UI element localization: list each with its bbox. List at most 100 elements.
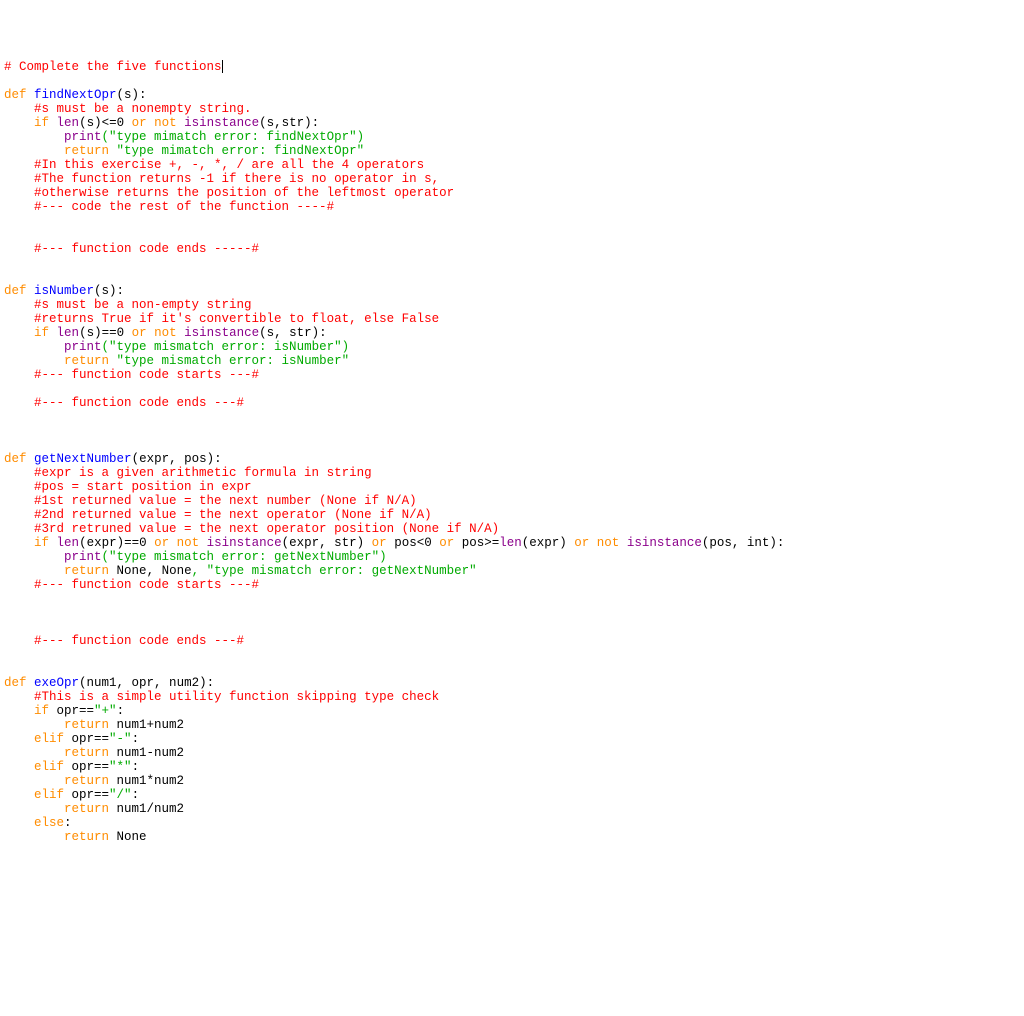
- keyword-return: return: [64, 144, 109, 158]
- code-text: :: [64, 816, 72, 830]
- code-text: [109, 564, 117, 578]
- code-text: num1+num2: [109, 718, 184, 732]
- keyword-or: or: [372, 536, 387, 550]
- keyword-elif: elif: [34, 732, 64, 746]
- builtin-isinstance: isinstance: [184, 116, 259, 130]
- comment: #--- function code starts ---#: [34, 368, 259, 382]
- code-text: :: [132, 788, 140, 802]
- keyword-not: not: [154, 326, 177, 340]
- builtin-isinstance: isinstance: [627, 536, 702, 550]
- string: ("type mimatch error: findNextOpr"): [102, 130, 365, 144]
- none: None: [117, 830, 147, 844]
- none: None: [162, 564, 192, 578]
- builtin-print: print: [64, 340, 102, 354]
- function-name: exeOpr: [34, 676, 79, 690]
- none: None: [117, 564, 147, 578]
- function-name: findNextOpr: [34, 88, 117, 102]
- keyword-not: not: [177, 536, 200, 550]
- keyword-def: def: [4, 284, 27, 298]
- code-text: num1*num2: [109, 774, 184, 788]
- comment: #--- function code ends ---#: [34, 634, 244, 648]
- keyword-not: not: [154, 116, 177, 130]
- code-text: [147, 326, 155, 340]
- code-text: [177, 116, 185, 130]
- signature: (num1, opr, num2):: [79, 676, 214, 690]
- builtin-print: print: [64, 550, 102, 564]
- builtin-len: len: [57, 536, 80, 550]
- code-text: (s,str):: [259, 116, 319, 130]
- code-text: [169, 536, 177, 550]
- builtin-len: len: [499, 536, 522, 550]
- comment: #The function returns -1 if there is no …: [34, 172, 439, 186]
- keyword-or: or: [154, 536, 169, 550]
- code-text: pos>=: [454, 536, 499, 550]
- keyword-else: else: [34, 816, 64, 830]
- keyword-return: return: [64, 774, 109, 788]
- code-text: [147, 116, 155, 130]
- keyword-or: or: [132, 326, 147, 340]
- code-editor[interactable]: # Complete the five functions def findNe…: [4, 60, 1020, 844]
- code-text: :: [132, 760, 140, 774]
- code-text: (s)==0: [79, 326, 132, 340]
- signature: (expr, pos):: [132, 452, 222, 466]
- comment: #--- code the rest of the function ----#: [34, 200, 334, 214]
- code-text: opr==: [64, 788, 109, 802]
- code-text: :: [132, 732, 140, 746]
- function-name: getNextNumber: [34, 452, 132, 466]
- text-cursor: [222, 60, 223, 73]
- builtin-len: len: [57, 326, 80, 340]
- builtin-len: len: [57, 116, 80, 130]
- comment: #returns True if it's convertible to flo…: [34, 312, 439, 326]
- comment: #2nd returned value = the next operator …: [34, 508, 432, 522]
- keyword-if: if: [34, 536, 49, 550]
- keyword-return: return: [64, 746, 109, 760]
- code-text: [49, 326, 57, 340]
- code-text: (expr)==0: [79, 536, 154, 550]
- code-text: :: [117, 704, 125, 718]
- code-text: pos<0: [387, 536, 440, 550]
- code-text: opr==: [49, 704, 94, 718]
- keyword-return: return: [64, 718, 109, 732]
- comment: #1st returned value = the next number (N…: [34, 494, 417, 508]
- comment: #In this exercise +, -, *, / are all the…: [34, 158, 424, 172]
- keyword-def: def: [4, 452, 27, 466]
- comment: #--- function code ends -----#: [34, 242, 259, 256]
- keyword-return: return: [64, 802, 109, 816]
- code-text: num1-num2: [109, 746, 184, 760]
- code-text: (s)<=0: [79, 116, 132, 130]
- comment: #s must be a non-empty string: [34, 298, 252, 312]
- keyword-return: return: [64, 354, 109, 368]
- keyword-return: return: [64, 830, 109, 844]
- code-text: [589, 536, 597, 550]
- code-text: (expr): [522, 536, 575, 550]
- builtin-isinstance: isinstance: [184, 326, 259, 340]
- string: ("type mismatch error: getNextNumber"): [102, 550, 387, 564]
- keyword-or: or: [439, 536, 454, 550]
- keyword-if: if: [34, 704, 49, 718]
- signature: (s):: [117, 88, 147, 102]
- signature: (s):: [94, 284, 124, 298]
- code-text: [619, 536, 627, 550]
- code-text: (expr, str): [282, 536, 372, 550]
- comment: #3rd retruned value = the next operator …: [34, 522, 499, 536]
- code-text: [49, 536, 57, 550]
- keyword-return: return: [64, 564, 109, 578]
- string: "-": [109, 732, 132, 746]
- string: "/": [109, 788, 132, 802]
- code-text: num1/num2: [109, 802, 184, 816]
- keyword-if: if: [34, 326, 49, 340]
- function-name: isNumber: [34, 284, 94, 298]
- comment: #--- function code starts ---#: [34, 578, 259, 592]
- code-text: [199, 536, 207, 550]
- string: "type mimatch error: findNextOpr": [109, 144, 364, 158]
- code-text: [49, 116, 57, 130]
- keyword-elif: elif: [34, 760, 64, 774]
- keyword-def: def: [4, 88, 27, 102]
- string: ("type mismatch error: isNumber"): [102, 340, 350, 354]
- comment: #This is a simple utility function skipp…: [34, 690, 439, 704]
- string: "type mismatch error: isNumber": [109, 354, 349, 368]
- string: "*": [109, 760, 132, 774]
- keyword-def: def: [4, 676, 27, 690]
- keyword-if: if: [34, 116, 49, 130]
- comment: #pos = start position in expr: [34, 480, 252, 494]
